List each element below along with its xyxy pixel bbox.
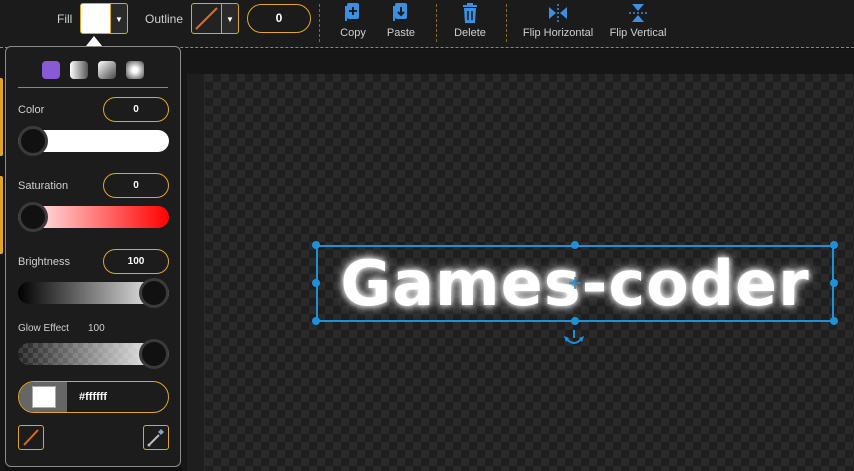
hex-color-field[interactable]: #ffffff [18, 381, 169, 413]
flip-horizontal-button[interactable]: Flip Horizontal [517, 2, 599, 39]
copy-button[interactable]: Copy [335, 2, 371, 39]
top-toolbar: Fill ▼ Outline ▼ 0 Copy Paste Delete Fli… [0, 0, 854, 48]
hex-value-text[interactable]: #ffffff [79, 382, 107, 412]
resize-handle-bottom-right[interactable] [830, 317, 838, 325]
color-value-input[interactable]: 0 [103, 97, 169, 122]
fill-mode-radial-gradient[interactable] [126, 61, 144, 79]
current-color-preview [19, 382, 67, 412]
saturation-value-input[interactable]: 0 [103, 173, 169, 198]
brightness-slider-knob[interactable] [139, 278, 169, 308]
delete-button[interactable]: Delete [450, 2, 490, 39]
toolbar-divider [436, 4, 437, 42]
saturation-slider[interactable] [18, 202, 169, 232]
flip-vertical-button[interactable]: Flip Vertical [604, 2, 672, 39]
glow-effect-slider-knob[interactable] [139, 339, 169, 369]
fill-mode-linear-gradient[interactable] [70, 61, 88, 79]
paste-label: Paste [386, 27, 416, 39]
glow-effect-label: Glow Effect [18, 323, 69, 334]
color-slider-knob[interactable] [18, 126, 48, 156]
flip-vertical-label: Flip Vertical [609, 27, 667, 39]
outline-label: Outline [145, 12, 184, 26]
brightness-label: Brightness [18, 256, 70, 268]
saturation-label: Saturation [18, 180, 69, 192]
resize-handle-middle-right[interactable] [830, 279, 838, 287]
flip-horizontal-icon [549, 4, 567, 22]
glow-effect-slider[interactable] [18, 339, 169, 369]
color-label: Color [18, 104, 45, 116]
fill-mode-solid[interactable] [42, 61, 60, 79]
vertical-ruler [187, 74, 205, 471]
fill-color-swatch[interactable] [80, 3, 111, 34]
resize-handle-top-left[interactable] [312, 241, 320, 249]
glow-effect-value: 100 [88, 323, 105, 334]
copy-label: Copy [340, 27, 366, 39]
resize-handle-top-right[interactable] [830, 241, 838, 249]
panel-divider [18, 87, 168, 88]
current-color-swatch [32, 386, 56, 408]
delete-label: Delete [454, 27, 486, 39]
brightness-value-input[interactable]: 100 [103, 249, 169, 274]
rail-tab-marker[interactable] [0, 78, 3, 156]
outline-color-swatch[interactable] [191, 3, 222, 34]
fill-mode-linear-gradient-2[interactable] [98, 61, 116, 79]
paste-icon [393, 3, 407, 21]
flip-vertical-icon [629, 4, 647, 22]
move-center-icon[interactable] [569, 277, 581, 289]
fill-color-panel: Color 0 Saturation 0 Brightness 100 Glow… [5, 46, 181, 467]
no-color-icon [195, 7, 218, 30]
no-color-icon [23, 429, 39, 446]
fill-dropdown-arrow[interactable]: ▼ [111, 3, 128, 34]
no-color-button[interactable] [18, 425, 44, 450]
color-slider[interactable] [18, 126, 169, 156]
outline-width-input[interactable]: 0 [247, 4, 311, 33]
brightness-slider[interactable] [18, 278, 169, 308]
rail-tab-marker[interactable] [0, 176, 3, 254]
resize-handle-bottom-center[interactable] [571, 317, 579, 325]
toolbar-divider [319, 4, 320, 42]
toolbar-divider [506, 4, 507, 42]
flip-horizontal-label: Flip Horizontal [522, 27, 594, 39]
paste-button[interactable]: Paste [383, 2, 419, 39]
resize-handle-middle-left[interactable] [312, 279, 320, 287]
resize-handle-bottom-left[interactable] [312, 317, 320, 325]
resize-handle-top-center[interactable] [571, 241, 579, 249]
rotate-handle-icon[interactable] [563, 330, 585, 346]
copy-icon [345, 3, 359, 21]
trash-icon [463, 3, 477, 23]
fill-pointer-icon [86, 36, 102, 46]
eyedropper-button[interactable] [143, 425, 169, 450]
saturation-slider-knob[interactable] [18, 202, 48, 232]
fill-label: Fill [57, 12, 73, 26]
outline-dropdown-arrow[interactable]: ▼ [222, 3, 239, 34]
eyedropper-icon [147, 429, 164, 447]
